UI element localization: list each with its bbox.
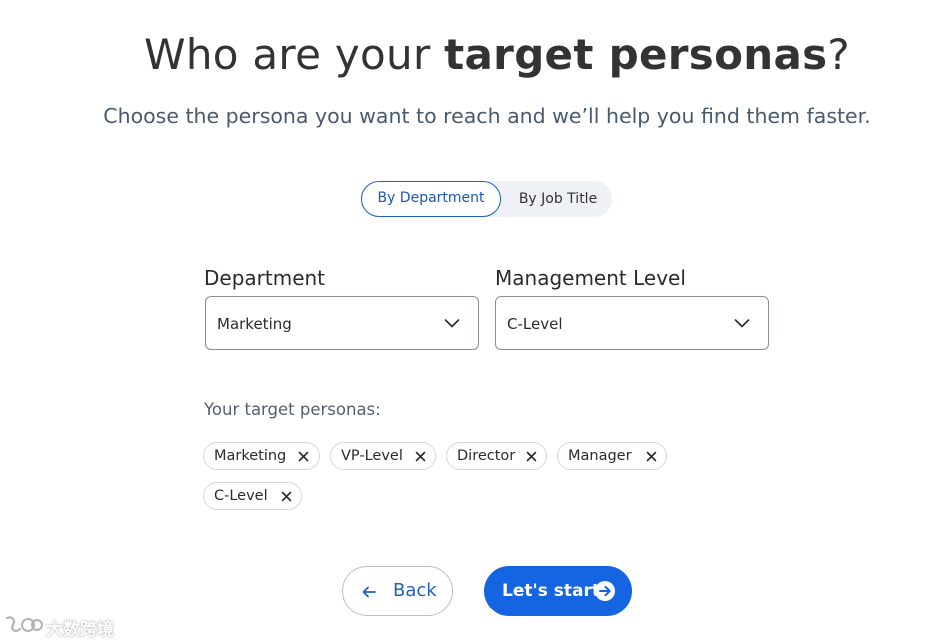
page-title-suffix: ? (827, 30, 850, 79)
persona-chip-c-level: C-Level (203, 482, 302, 510)
arrow-right-circle-icon (595, 581, 615, 601)
watermark-logo-icon (5, 616, 43, 632)
persona-chip-label: Marketing (214, 448, 287, 464)
page-title-prefix: Who are your (144, 30, 445, 79)
persona-chip-label: Manager (568, 448, 632, 464)
page-subtitle: Choose the persona you want to reach and… (103, 104, 871, 128)
persona-chip-director: Director (446, 442, 547, 470)
chevron-down-icon (444, 319, 460, 328)
close-icon[interactable] (281, 491, 292, 502)
watermark: 大数跨境 (4, 612, 126, 640)
department-select-value: Marketing (217, 315, 292, 333)
arrow-left-icon (362, 586, 376, 598)
close-icon[interactable] (415, 451, 426, 462)
persona-chip-vp-level: VP-Level (330, 442, 436, 470)
management-level-label: Management Level (495, 266, 686, 290)
department-label: Department (204, 266, 326, 290)
persona-chip-label: VP-Level (341, 448, 403, 464)
page-title-emphasis: target personas (444, 30, 828, 79)
department-select[interactable]: Marketing (205, 296, 479, 350)
lets-start-button-label: Let's start (502, 581, 600, 601)
persona-chip-label: C-Level (214, 488, 268, 504)
persona-chip-manager: Manager (557, 442, 667, 470)
target-personas-label: Your target personas: (204, 400, 381, 419)
persona-chip-label: Director (457, 448, 516, 464)
close-icon[interactable] (298, 451, 309, 462)
close-icon[interactable] (646, 451, 657, 462)
back-button[interactable]: Back (342, 566, 453, 616)
persona-mode-toggle: By Department By Job Title (360, 181, 612, 217)
chevron-down-icon (734, 319, 750, 328)
lets-start-button[interactable]: Let's start (484, 566, 632, 616)
close-icon[interactable] (526, 451, 537, 462)
toggle-by-department[interactable]: By Department (361, 181, 501, 217)
page-title: Who are your target personas? (0, 30, 944, 79)
management-level-select-value: C-Level (507, 315, 563, 333)
management-level-select[interactable]: C-Level (495, 296, 769, 350)
toggle-by-job-title[interactable]: By Job Title (506, 181, 610, 217)
back-button-label: Back (393, 580, 437, 601)
persona-chip-marketing: Marketing (203, 442, 320, 470)
watermark-text: 大数跨境 (46, 620, 114, 640)
